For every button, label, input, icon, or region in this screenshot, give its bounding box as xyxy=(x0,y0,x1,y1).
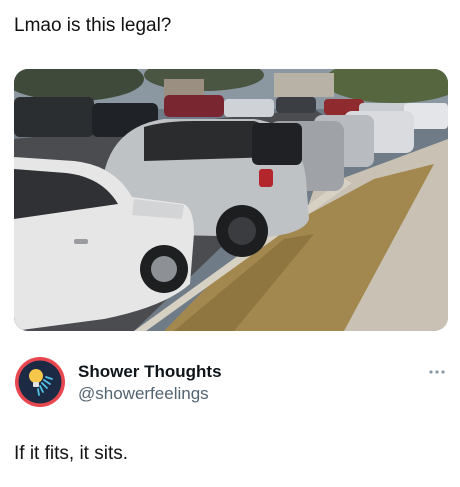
quoted-tweet-text: If it fits, it sits. xyxy=(14,443,129,464)
post-photo[interactable] xyxy=(14,69,448,331)
avatar[interactable] xyxy=(14,356,66,408)
more-options-button[interactable] xyxy=(428,364,446,374)
quoted-author[interactable]: Shower Thoughts @showerfeelings xyxy=(14,356,448,412)
more-horizontal-icon xyxy=(429,370,445,374)
lightbulb-shower-icon xyxy=(15,357,65,407)
user-handle[interactable]: @showerfeelings xyxy=(78,383,222,405)
post-caption: Lmao is this legal? xyxy=(14,15,172,36)
display-name[interactable]: Shower Thoughts xyxy=(78,362,222,382)
